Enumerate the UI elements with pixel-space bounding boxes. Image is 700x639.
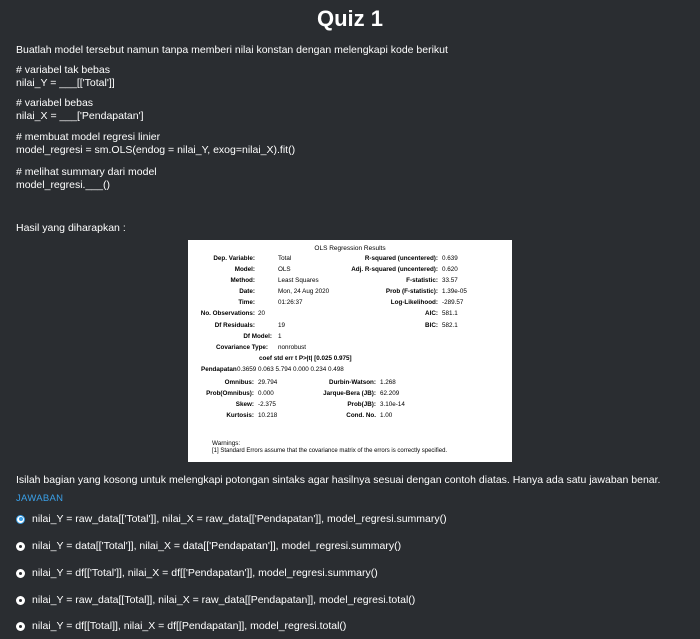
page-title: Quiz 1 xyxy=(316,6,383,31)
ols-left-label: Dep. Variable: xyxy=(213,255,255,262)
ols-results-image: OLS Regression Results Dep. Variable: To… xyxy=(188,240,512,462)
answer-header: JAWABAN xyxy=(16,493,64,504)
ols-diag-label: Prob(JB): xyxy=(347,401,376,408)
ols-diag-value: 1.268 xyxy=(380,379,396,386)
radio-icon[interactable] xyxy=(16,595,25,605)
ols-diag-label: Jarque-Bera (JB): xyxy=(323,390,376,397)
code-line: nilai_X = ___['Pendapatan'] xyxy=(16,110,144,122)
ols-left-value: 01:26:37 xyxy=(278,299,303,306)
ols-right-label: F-statistic: xyxy=(406,277,438,284)
ols-right-label: Prob (F-statistic): xyxy=(385,288,438,295)
answer-option-5[interactable]: nilai_Y = df[[Total]], nilai_X = df[[Pen… xyxy=(16,620,346,632)
answer-option-1[interactable]: nilai_Y = raw_data[['Total']], nilai_X =… xyxy=(16,513,447,525)
ols-left-value: 1 xyxy=(278,333,282,340)
ols-right-value: 582.1 xyxy=(442,322,458,329)
ols-left-value: 19 xyxy=(278,322,286,329)
ols-left-value: Mon, 24 Aug 2020 xyxy=(278,288,330,295)
ols-diag-label: Kurtosis: xyxy=(226,412,254,419)
ols-right-label: R-squared (uncentered): xyxy=(364,255,438,262)
ols-left-value: Total xyxy=(278,255,292,262)
ols-coef-label: Pendapatan xyxy=(201,366,237,373)
expected-result-label: Hasil yang diharapkan : xyxy=(16,222,126,234)
ols-left-label: Model: xyxy=(234,266,255,273)
ols-left-label: Date: xyxy=(239,288,255,295)
answer-option-label: nilai_Y = data[['Total']], nilai_X = dat… xyxy=(32,540,402,552)
ols-diag-label: Omnibus: xyxy=(224,379,254,386)
ols-right-value: 33.57 xyxy=(442,277,458,284)
ols-diag-label: Skew: xyxy=(235,401,254,408)
code-comment: # membuat model regresi linier xyxy=(16,131,161,143)
radio-icon[interactable] xyxy=(16,541,25,551)
ols-right-value: 0.620 xyxy=(442,266,458,273)
ols-right-value: 0.639 xyxy=(442,255,458,262)
ols-diag-value: -2.375 xyxy=(258,401,276,408)
code-comment: # melihat summary dari model xyxy=(16,166,157,178)
ols-left-value: Least Squares xyxy=(278,277,319,284)
ols-left-label: Df Residuals: xyxy=(214,322,255,329)
ols-left-label: Covariance Type: xyxy=(216,344,269,351)
ols-diag-value: 62.209 xyxy=(380,390,400,397)
ols-warnings-title: Warnings: xyxy=(212,440,241,447)
radio-selected-icon[interactable] xyxy=(16,514,25,524)
ols-title: OLS Regression Results xyxy=(314,245,386,252)
answer-option-label: nilai_Y = df[[Total]], nilai_X = df[[Pen… xyxy=(32,620,347,632)
ols-right-label: BIC: xyxy=(425,322,438,329)
answer-option-label: nilai_Y = raw_data[['Total']], nilai_X =… xyxy=(32,513,447,525)
ols-diag-value: 29.794 xyxy=(258,379,278,386)
ols-diag-value: 0.000 xyxy=(258,390,274,397)
ols-left-label: Df Model: xyxy=(243,333,272,340)
ols-diag-label: Durbin-Watson: xyxy=(329,379,376,386)
ols-left-label: Time: xyxy=(238,299,255,306)
radio-icon[interactable] xyxy=(16,621,25,631)
ols-diag-label: Cond. No. xyxy=(346,412,376,419)
ols-left-label: Method: xyxy=(230,277,255,284)
code-comment: # variabel tak bebas xyxy=(16,64,110,76)
code-line: model_regresi = sm.OLS(endog = nilai_Y, … xyxy=(16,144,296,156)
answer-option-label: nilai_Y = df[['Total']], nilai_X = df[['… xyxy=(32,567,378,579)
ols-left-value: nonrobust xyxy=(278,344,307,351)
ols-warnings-text: [1] Standard Errors assume that the cova… xyxy=(212,448,448,454)
ols-coef-header: coef std err t P>|t| [0.025 0.975] xyxy=(259,355,352,362)
ols-diag-value: 3.10e-14 xyxy=(380,401,405,408)
answer-option-label: nilai_Y = raw_data[[Total]], nilai_X = r… xyxy=(32,594,416,606)
ols-coef-values: 0.3659 0.063 5.794 0.000 0.234 0.498 xyxy=(237,366,344,373)
ols-left-value: OLS xyxy=(278,266,291,273)
code-line: model_regresi.___() xyxy=(16,179,110,191)
ols-diag-value: 1.00 xyxy=(380,412,393,419)
ols-right-value: -289.57 xyxy=(442,299,464,306)
ols-right-value: 1.39e-05 xyxy=(442,288,467,295)
code-line: nilai_Y = ___[['Total']] xyxy=(16,77,115,89)
answer-option-4[interactable]: nilai_Y = raw_data[[Total]], nilai_X = r… xyxy=(16,594,415,606)
question-text: Isilah bagian yang kosong untuk melengka… xyxy=(16,474,661,486)
ols-right-label: Log-Likelihood: xyxy=(390,299,438,306)
ols-left-value: 20 xyxy=(258,310,266,317)
code-comment: # variabel bebas xyxy=(16,97,94,109)
answer-option-3[interactable]: nilai_Y = df[['Total']], nilai_X = df[['… xyxy=(16,567,378,579)
ols-diag-value: 10.218 xyxy=(258,412,278,419)
instruction-text: Buatlah model tersebut namun tanpa membe… xyxy=(16,44,448,56)
radio-icon[interactable] xyxy=(16,568,25,578)
ols-right-value: 581.1 xyxy=(442,310,458,317)
ols-right-label: Adj. R-squared (uncentered): xyxy=(351,266,438,273)
ols-right-label: AIC: xyxy=(425,310,438,317)
ols-diag-label: Prob(Omnibus): xyxy=(206,390,254,397)
ols-left-label: No. Observations: xyxy=(200,310,255,317)
answer-option-2[interactable]: nilai_Y = data[['Total']], nilai_X = dat… xyxy=(16,540,401,552)
